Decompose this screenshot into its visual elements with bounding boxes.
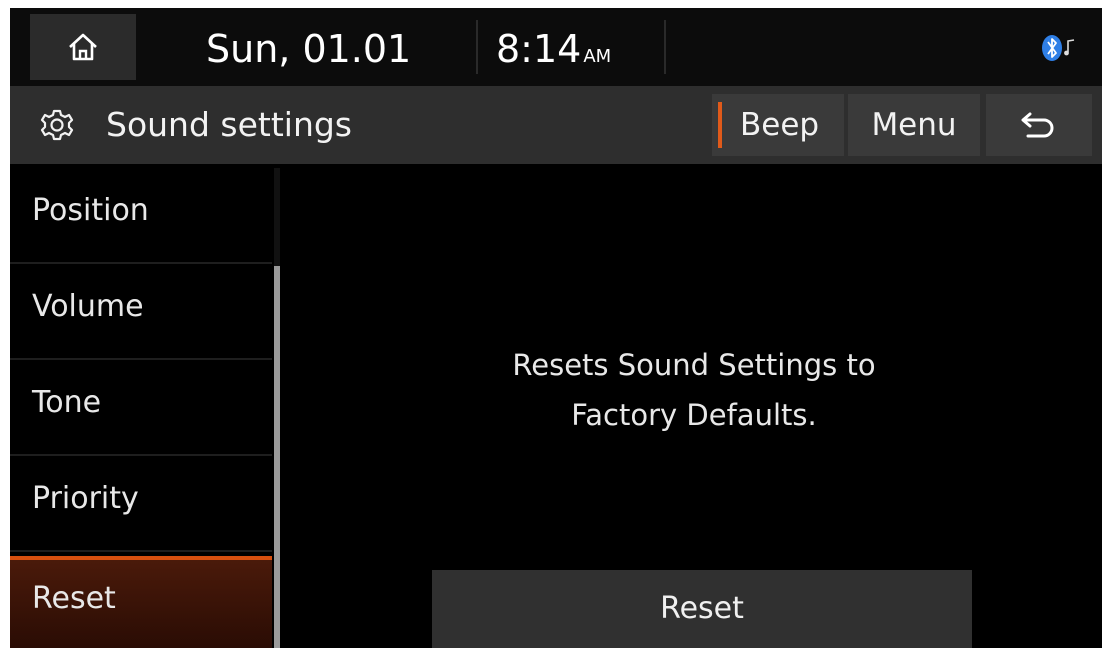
settings-sidebar: Position Volume Tone Priority Reset (10, 168, 280, 648)
page-title: Sound settings (106, 105, 353, 144)
back-button[interactable] (986, 94, 1092, 156)
sidebar-item-volume[interactable]: Volume (10, 264, 272, 360)
back-arrow-icon (1021, 112, 1054, 138)
sidebar-item-tone[interactable]: Tone (10, 360, 272, 456)
time-value: 8:14 (496, 27, 582, 71)
reset-panel: Resets Sound Settings to Factory Default… (286, 168, 1102, 648)
beep-status-indicator (718, 102, 722, 148)
beep-toggle-button[interactable]: Beep (712, 94, 844, 156)
bluetooth-audio-icon (1042, 35, 1075, 61)
gear-icon (40, 109, 74, 141)
sidebar-item-position[interactable]: Position (10, 168, 272, 264)
reset-description: Resets Sound Settings to Factory Default… (286, 340, 1102, 440)
time-ampm: AM (583, 46, 612, 67)
date-display: Sun, 01.01 (206, 27, 412, 71)
status-bar: Sun, 01.01 8:14 AM (10, 8, 1102, 86)
title-bar: Sound settings Beep Menu (10, 86, 1102, 164)
head-unit-screen: Sun, 01.01 8:14 AM Sound settings Beep Me… (10, 8, 1102, 648)
sidebar-item-reset[interactable]: Reset (10, 556, 272, 648)
beep-label: Beep (740, 107, 820, 143)
home-icon (69, 33, 97, 61)
menu-button[interactable]: Menu (848, 94, 980, 156)
sidebar-scrollbar-thumb[interactable] (274, 266, 280, 648)
home-button[interactable] (30, 14, 136, 80)
reset-button[interactable]: Reset (432, 570, 972, 648)
time-display: 8:14 AM (496, 16, 611, 82)
status-divider (476, 20, 478, 74)
status-divider (664, 20, 666, 74)
reset-description-line2: Factory Defaults. (571, 398, 817, 432)
sidebar-item-priority[interactable]: Priority (10, 456, 272, 552)
reset-description-line1: Resets Sound Settings to (512, 348, 876, 382)
